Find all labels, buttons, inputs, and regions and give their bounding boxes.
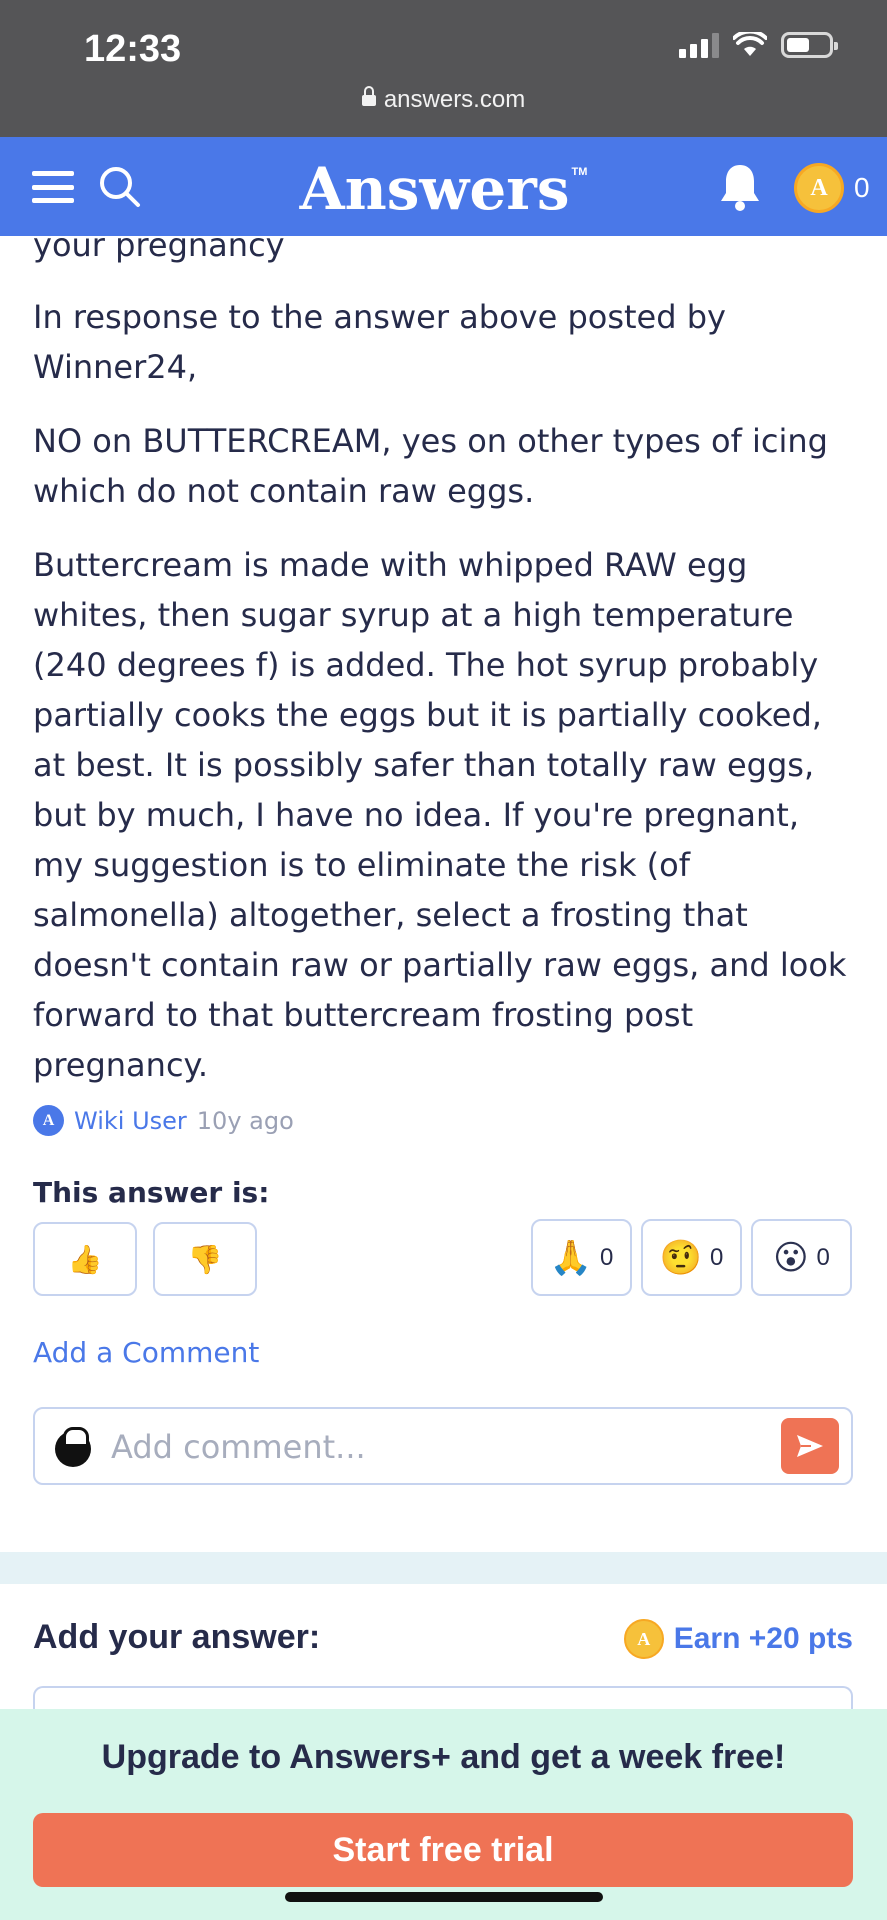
surprised-face-icon: 😮 xyxy=(773,1237,809,1278)
user-avatar xyxy=(55,1427,91,1467)
battery-icon xyxy=(781,32,838,58)
earn-points-label: Earn +20 pts xyxy=(673,1622,853,1655)
raised-eyebrow-icon: 🤨 xyxy=(659,1237,702,1278)
answer-paragraph: Buttercream is made with whipped RAW egg… xyxy=(33,546,847,1084)
reaction-count: 0 xyxy=(816,1243,830,1271)
lock-icon xyxy=(361,86,376,106)
send-comment-button[interactable] xyxy=(781,1418,839,1474)
start-free-trial-button[interactable]: Start free trial xyxy=(33,1813,853,1887)
thumbs-up-button[interactable]: 👍 xyxy=(33,1222,137,1296)
author-name[interactable]: Wiki User xyxy=(74,1107,187,1135)
answer-paragraph: In response to the answer above posted b… xyxy=(33,298,726,386)
url-bar[interactable]: answers.com xyxy=(0,86,887,114)
answer-paragraph: NO on BUTTERCREAM, yes on other types of… xyxy=(33,422,828,510)
home-indicator[interactable] xyxy=(285,1892,603,1902)
add-answer-title: Add your answer: xyxy=(33,1618,321,1656)
cellular-signal-icon xyxy=(679,32,719,58)
upgrade-text: Upgrade to Answers+ and get a week free! xyxy=(101,1738,786,1776)
comment-input[interactable] xyxy=(111,1419,751,1475)
coin-count: 0 xyxy=(854,172,870,203)
thumbs-down-button[interactable]: 👎 xyxy=(153,1222,257,1296)
reaction-count: 0 xyxy=(709,1243,724,1271)
status-bar: 12:33 answers.com xyxy=(0,0,887,137)
praying-hands-icon: 🙏 xyxy=(549,1237,592,1278)
thumbs-down-icon: 👎 xyxy=(187,1242,223,1276)
add-comment-link[interactable]: Add a Comment xyxy=(33,1336,259,1369)
reaction-count: 0 xyxy=(599,1243,614,1271)
thumbs-up-icon: 👍 xyxy=(67,1242,103,1276)
status-icons xyxy=(679,32,838,58)
upgrade-banner: Upgrade to Answers+ and get a week free!… xyxy=(0,1709,887,1920)
comment-box xyxy=(33,1407,853,1485)
author-avatar: A xyxy=(33,1105,64,1136)
rating-title: This answer is: xyxy=(33,1176,270,1209)
coin-icon: A xyxy=(794,163,844,213)
status-time: 12:33 xyxy=(84,28,182,70)
coin-balance[interactable]: A 0 xyxy=(794,163,870,213)
reaction-surprised-button[interactable]: 😮 0 xyxy=(751,1219,852,1296)
bell-icon[interactable] xyxy=(716,161,764,213)
url-text: answers.com xyxy=(383,86,526,113)
answer-body: your pregnancy In response to the answer… xyxy=(33,226,853,1114)
answer-paragraph: your pregnancy xyxy=(33,226,285,264)
wifi-icon xyxy=(733,32,767,56)
section-divider xyxy=(0,1552,887,1584)
coin-icon: A xyxy=(623,1619,664,1659)
earn-points: A Earn +20 pts xyxy=(623,1619,853,1659)
brand-name: Answers xyxy=(299,155,570,223)
posted-time: 10y ago xyxy=(196,1106,294,1135)
trademark: TM xyxy=(571,166,588,178)
reaction-thankful-button[interactable]: 🙏 0 xyxy=(531,1219,632,1296)
answer-author: A Wiki User 10y ago xyxy=(33,1105,294,1136)
send-icon xyxy=(797,1435,823,1457)
reaction-skeptical-button[interactable]: 🤨 0 xyxy=(641,1219,742,1296)
